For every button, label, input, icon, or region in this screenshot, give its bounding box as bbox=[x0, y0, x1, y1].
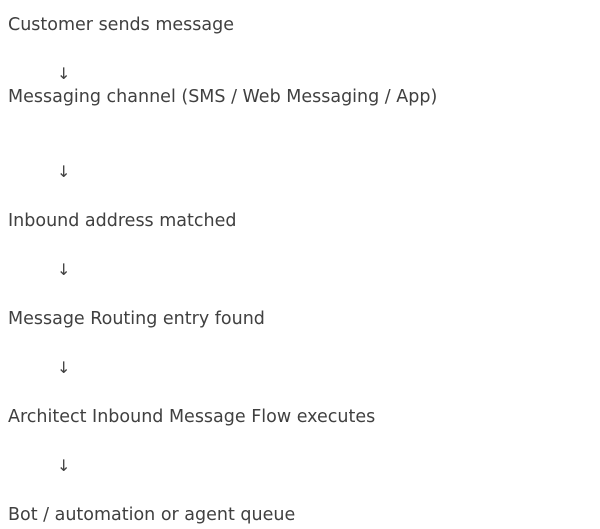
message-flow-diagram: Customer sends message ↓ Messaging chann… bbox=[0, 0, 600, 529]
step-inbound-address-matched: Inbound address matched bbox=[8, 211, 237, 231]
down-arrow-icon: ↓ bbox=[57, 162, 71, 181]
step-message-routing-entry-found: Message Routing entry found bbox=[8, 309, 265, 329]
step-customer-sends-message: Customer sends message bbox=[8, 15, 234, 35]
down-arrow-icon: ↓ bbox=[57, 456, 71, 475]
down-arrow-icon: ↓ bbox=[57, 358, 71, 377]
down-arrow-icon: ↓ bbox=[57, 64, 71, 83]
step-architect-flow-executes: Architect Inbound Message Flow executes bbox=[8, 407, 376, 427]
down-arrow-icon: ↓ bbox=[57, 260, 71, 279]
step-bot-or-agent-queue: Bot / automation or agent queue bbox=[8, 505, 296, 525]
step-messaging-channel: Messaging channel (SMS / Web Messaging /… bbox=[8, 87, 438, 107]
